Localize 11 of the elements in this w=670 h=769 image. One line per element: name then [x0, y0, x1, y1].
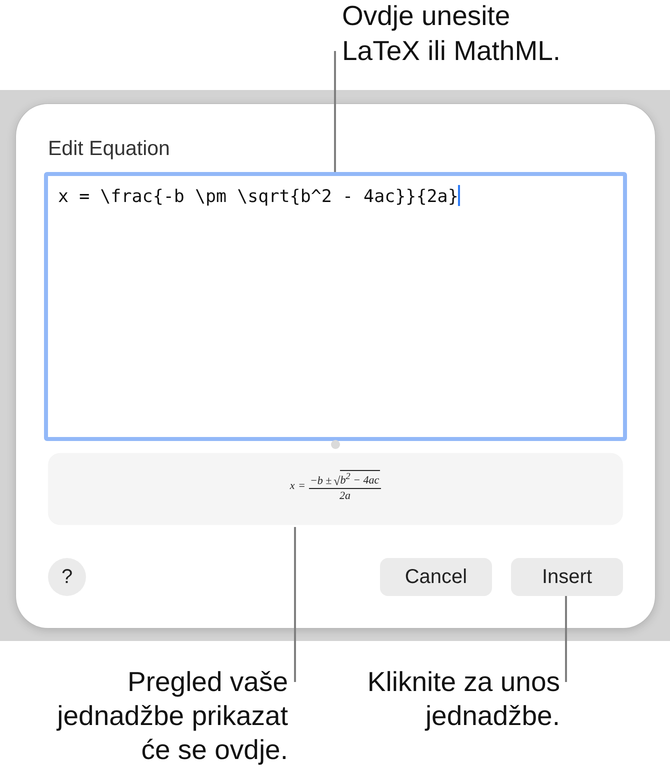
- help-button[interactable]: ?: [48, 558, 86, 596]
- dialog-title: Edit Equation: [47, 138, 170, 160]
- text-cursor-icon: [458, 185, 460, 206]
- dialog-button[interactable]: Cancel: [380, 558, 492, 596]
- callout-text: Ovdje unesite LaTeX ili MathML.: [342, 0, 561, 68]
- callout-text: Pregled vaše jednadžbe prikazat će se ovdje.: [56, 665, 288, 767]
- dialog-button[interactable]: Insert: [511, 558, 623, 596]
- callout-text: Kliknite za unos jednadžbe.: [366, 665, 560, 733]
- resize-handle-icon[interactable]: [331, 440, 340, 449]
- rendered-equation: x = −b ± √b$^{2}$ − 4ac 2a: [290, 470, 382, 502]
- equation-input-field[interactable]: x = \frac{-b \pm \sqrt{b^2 - 4ac}}{2a}: [44, 172, 627, 441]
